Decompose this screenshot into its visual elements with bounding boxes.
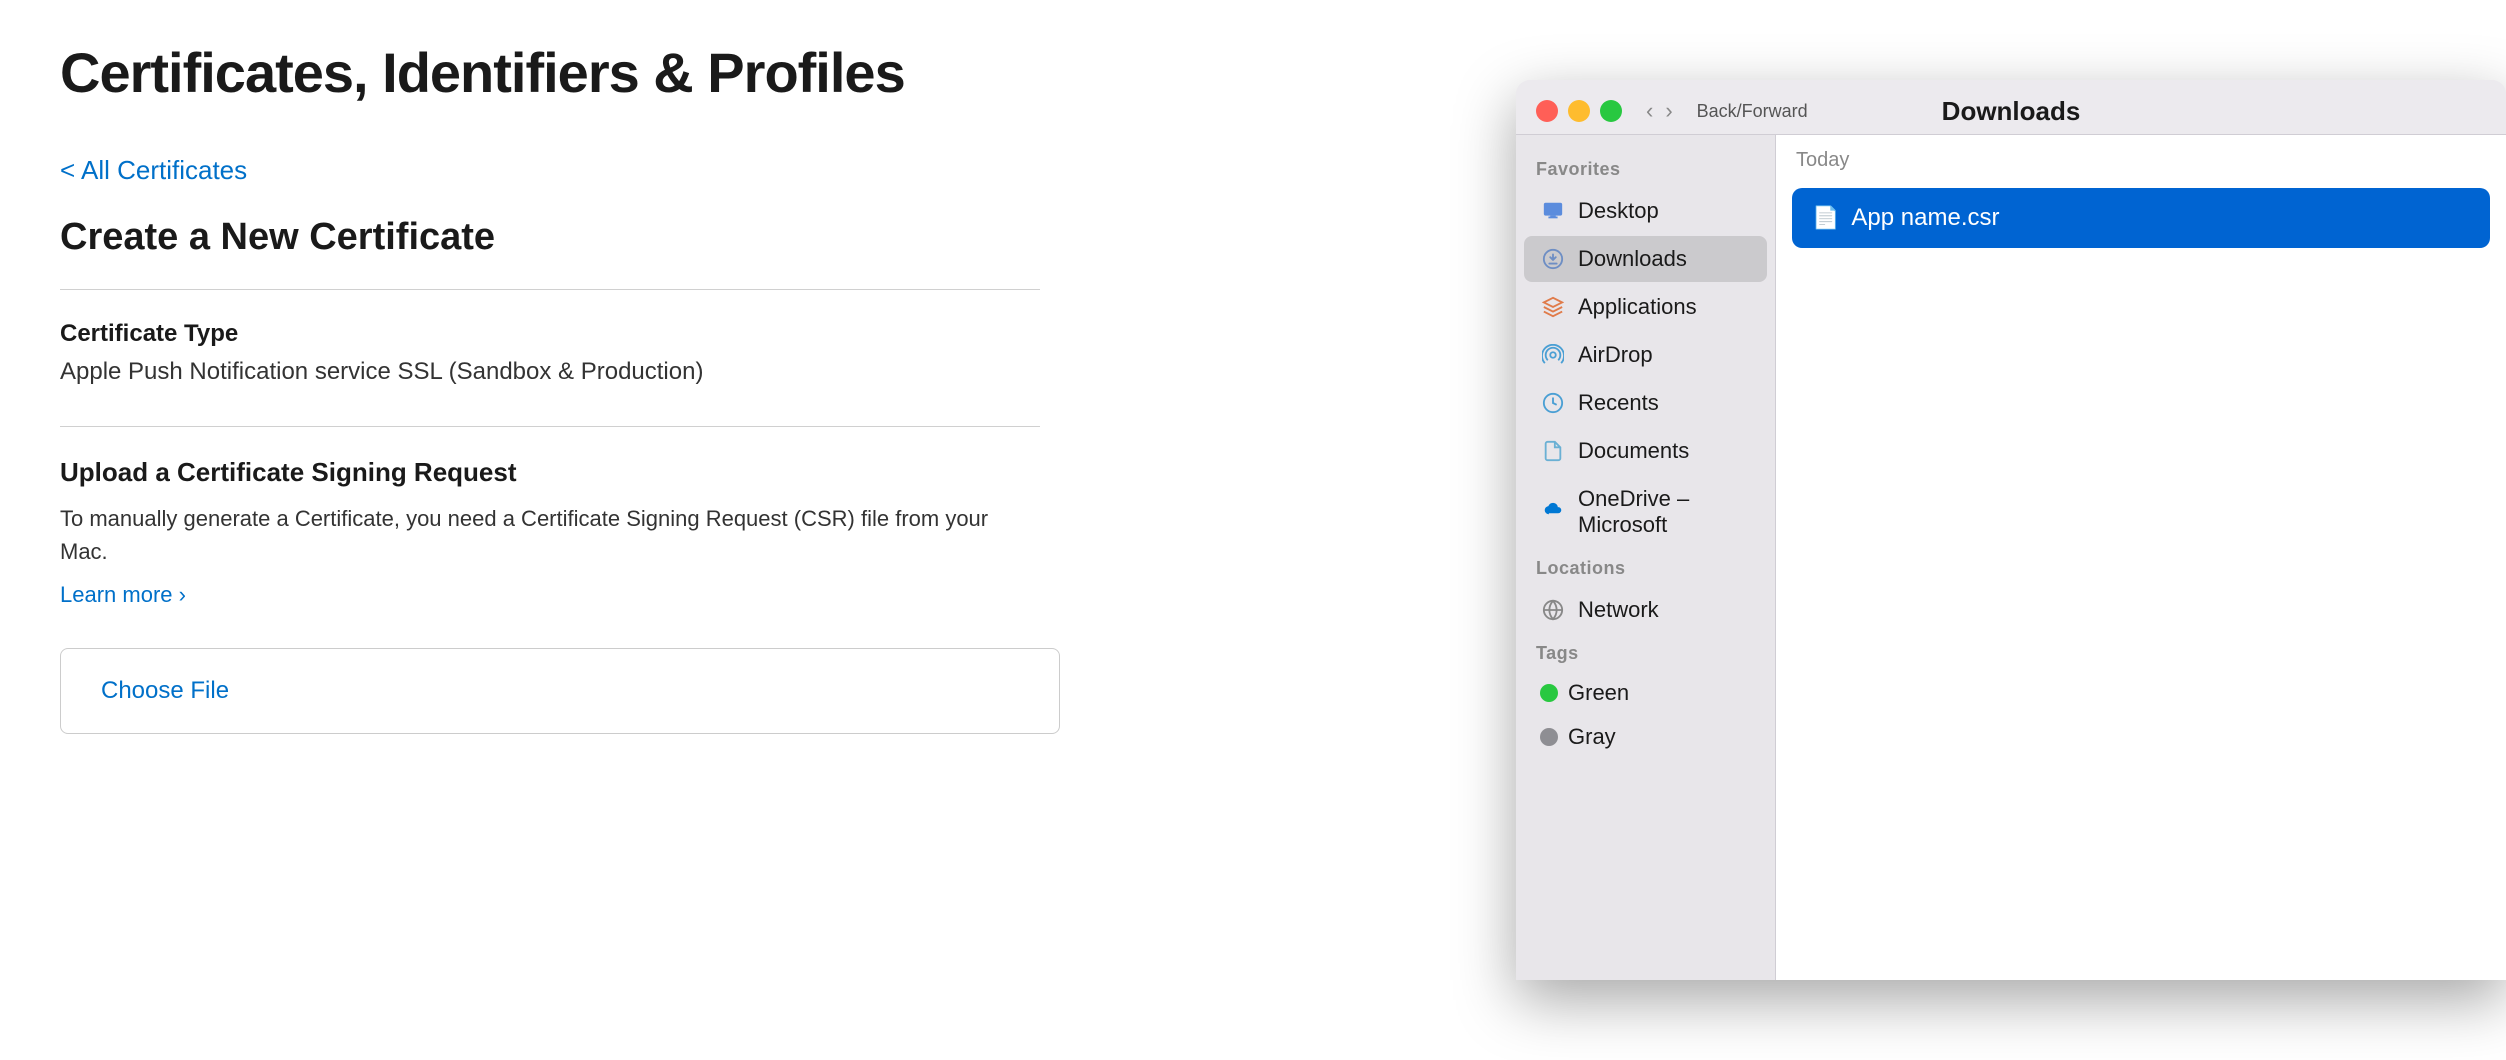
- divider: [60, 289, 1040, 290]
- network-icon: [1540, 597, 1566, 623]
- sidebar-item-airdrop[interactable]: AirDrop: [1524, 332, 1767, 378]
- favorites-label: Favorites: [1516, 151, 1775, 186]
- finder-sidebar: Favorites Desktop Downloads Ap: [1516, 135, 1776, 980]
- sidebar-item-downloads[interactable]: Downloads: [1524, 236, 1767, 282]
- tags-label: Tags: [1516, 635, 1775, 670]
- gray-tag-dot: [1540, 728, 1558, 746]
- onedrive-icon: [1540, 499, 1566, 525]
- back-forward-label: Back/Forward: [1697, 101, 1808, 122]
- sidebar-item-onedrive[interactable]: OneDrive – Microsoft: [1524, 476, 1767, 548]
- sidebar-applications-label: Applications: [1578, 294, 1697, 320]
- learn-more-link[interactable]: Learn more: [60, 582, 186, 607]
- sidebar-desktop-label: Desktop: [1578, 198, 1659, 224]
- sidebar-documents-label: Documents: [1578, 438, 1689, 464]
- sidebar-item-desktop[interactable]: Desktop: [1524, 188, 1767, 234]
- today-label: Today: [1776, 135, 2506, 180]
- green-tag-label: Green: [1568, 680, 1629, 706]
- certificate-type-value: Apple Push Notification service SSL (San…: [60, 358, 1040, 386]
- finder-titlebar: ‹ › Back/Forward Downloads: [1516, 80, 2506, 135]
- nav-arrows: ‹ ›: [1642, 98, 1677, 124]
- sidebar-downloads-label: Downloads: [1578, 246, 1687, 272]
- certificate-type-group: Certificate Type Apple Push Notification…: [60, 320, 1040, 386]
- finder-window: ‹ › Back/Forward Downloads Favorites Des…: [1516, 80, 2506, 980]
- main-content: Certificates, Identifiers & Profiles < A…: [0, 0, 1100, 774]
- sidebar-onedrive-label: OneDrive – Microsoft: [1578, 486, 1751, 538]
- sidebar-item-documents[interactable]: Documents: [1524, 428, 1767, 474]
- sidebar-recents-label: Recents: [1578, 390, 1659, 416]
- minimize-button[interactable]: [1568, 100, 1590, 122]
- window-controls: [1536, 100, 1622, 122]
- documents-icon: [1540, 438, 1566, 464]
- sidebar-airdrop-label: AirDrop: [1578, 342, 1653, 368]
- upload-section: Upload a Certificate Signing Request To …: [60, 457, 1040, 608]
- maximize-button[interactable]: [1600, 100, 1622, 122]
- finder-main: Today 📄 App name.csr: [1776, 135, 2506, 980]
- sidebar-item-applications[interactable]: Applications: [1524, 284, 1767, 330]
- desktop-icon: [1540, 198, 1566, 224]
- sidebar-item-network[interactable]: Network: [1524, 587, 1767, 633]
- recents-icon: [1540, 390, 1566, 416]
- close-button[interactable]: [1536, 100, 1558, 122]
- choose-file-button[interactable]: Choose File: [101, 677, 229, 705]
- divider-2: [60, 426, 1040, 427]
- finder-body: Favorites Desktop Downloads Ap: [1516, 135, 2506, 980]
- green-tag-dot: [1540, 684, 1558, 702]
- upload-title: Upload a Certificate Signing Request: [60, 457, 1040, 488]
- locations-label: Locations: [1516, 550, 1775, 585]
- file-name: App name.csr: [1851, 204, 1999, 232]
- file-item-csr[interactable]: 📄 App name.csr: [1792, 188, 2490, 248]
- applications-icon: [1540, 294, 1566, 320]
- file-icon: 📄: [1812, 205, 1839, 231]
- upload-description: To manually generate a Certificate, you …: [60, 502, 1040, 568]
- tag-item-gray[interactable]: Gray: [1524, 716, 1767, 758]
- back-arrow[interactable]: ‹: [1642, 98, 1657, 124]
- downloads-icon: [1540, 246, 1566, 272]
- gray-tag-label: Gray: [1568, 724, 1616, 750]
- page-title: Certificates, Identifiers & Profiles: [60, 40, 1040, 105]
- forward-arrow[interactable]: ›: [1661, 98, 1676, 124]
- section-title: Create a New Certificate: [60, 216, 1040, 259]
- airdrop-icon: [1540, 342, 1566, 368]
- tag-item-green[interactable]: Green: [1524, 672, 1767, 714]
- choose-file-area[interactable]: Choose File: [60, 648, 1060, 734]
- back-link[interactable]: < All Certificates: [60, 155, 247, 186]
- sidebar-item-recents[interactable]: Recents: [1524, 380, 1767, 426]
- certificate-type-label: Certificate Type: [60, 320, 1040, 348]
- finder-window-title: Downloads: [1942, 96, 2081, 126]
- sidebar-network-label: Network: [1578, 597, 1659, 623]
